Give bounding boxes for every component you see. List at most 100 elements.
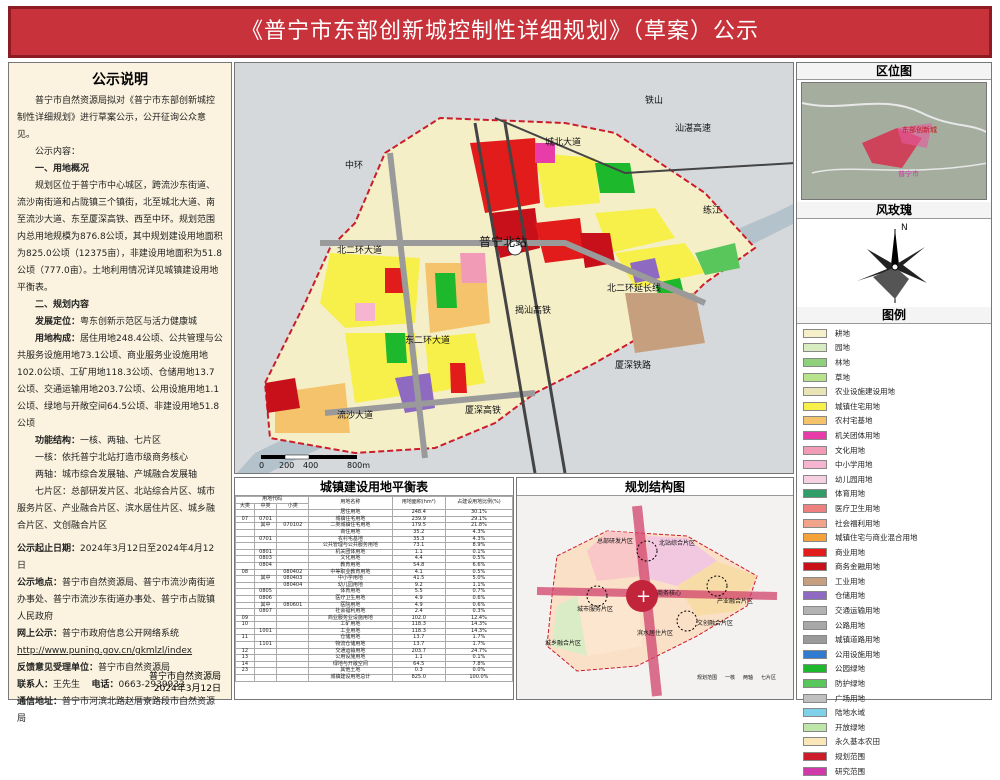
legend-swatch	[803, 357, 827, 367]
legend-swatch	[803, 708, 827, 718]
table-cell	[276, 660, 310, 669]
label-dongerhuan: 东二环大道	[405, 336, 451, 346]
table-row: 13 公用设施用地 1.1 0.1%	[235, 654, 514, 662]
section-1-title: 一、用地概况	[35, 164, 90, 174]
legend-label: 林地	[835, 357, 850, 367]
svg-text:+: +	[636, 586, 651, 607]
legend-item: 商业用地	[803, 545, 985, 560]
legend-swatch	[803, 401, 827, 411]
struct-legend-axis: 两轴	[743, 675, 754, 681]
label-tieshan: 铁山	[645, 96, 664, 106]
table-cell	[276, 535, 310, 544]
function-line: 功能结构：一核、两轴、七片区	[9, 433, 231, 450]
struct-label-city-service: 城市服务片区	[577, 606, 614, 613]
legend-label: 商业用地	[835, 547, 865, 557]
north-label: N	[901, 223, 908, 233]
legend-label: 中小学用地	[835, 460, 873, 470]
legend-item: 中小学用地	[803, 457, 985, 472]
contact-label: 联系人：	[17, 680, 54, 690]
legend-swatch	[803, 503, 827, 513]
legend-label: 仓储用地	[835, 591, 865, 601]
legend-label: 城镇道路用地	[835, 635, 880, 645]
struct-legend-core: 一核	[725, 675, 736, 681]
location-map-title: 区位图	[797, 63, 991, 80]
legend-swatch	[803, 387, 827, 397]
web-text: 普宁市政府信息公开网络系统	[62, 629, 180, 639]
loc-label-zone: 东部创新城	[902, 126, 937, 134]
mail-label: 通信地址：	[17, 697, 63, 707]
core-line: 一核：依托普宁北站打造市级商务核心	[35, 453, 189, 463]
zones-line: 七片区：总部研发片区、北站综合片区、城市服务片区、产业融合片区、滨水居住片区、城…	[17, 487, 216, 531]
legend-label: 开放绿地	[835, 722, 865, 732]
wind-rose-title: 风玫瑰	[797, 202, 991, 219]
time-line: 公示起止日期：2024年3月12日至2024年4月12日	[9, 541, 231, 575]
legend-label: 公路用地	[835, 620, 865, 630]
struct-label-river: 滨水居住片区	[637, 630, 674, 637]
scale-800: 800m	[347, 461, 371, 470]
sign-date: 2024年3月12日	[153, 684, 221, 694]
table-cell	[253, 674, 278, 682]
legend-swatch	[803, 649, 827, 659]
legend-item: 幼儿园用地	[803, 472, 985, 487]
legend-swatch	[803, 693, 827, 703]
legend-swatch	[803, 547, 827, 557]
legend-item: 商务金融用地	[803, 560, 985, 575]
right-panel: 区位图 东部创新城 普宁市 风玫瑰 N 图例 耕地 园地 林地 草地 农业设施建设用地城…	[796, 62, 992, 776]
table-row: 公共管理与公共服务用地 73.1 8.9%	[235, 542, 514, 550]
table-cell	[253, 654, 278, 662]
legend-label: 公用设施用地	[835, 649, 880, 659]
loc-label-city: 普宁市	[898, 170, 919, 178]
legend-label: 耕地	[835, 328, 850, 338]
legend-item: 永久基本农田	[803, 735, 985, 750]
legend-swatch	[803, 474, 827, 484]
positioning-line: 发展定位：粤东创新示范区与活力健康城	[9, 314, 231, 331]
table-cell	[276, 509, 310, 517]
legend-swatch	[803, 752, 827, 762]
table-cell: 医疗卫生用地	[308, 594, 393, 603]
legend-item: 文化用地	[803, 443, 985, 458]
legend-swatch	[803, 620, 827, 630]
th-ratio: 占建设用地比例(%)	[444, 495, 514, 511]
table-cell	[276, 641, 310, 649]
table-cell: 080404	[276, 581, 310, 590]
notice-url-link[interactable]: http://www.puning.gov.cn/gkmlzl/index	[17, 646, 192, 656]
legend-label: 规划范围	[835, 752, 865, 762]
legend-swatch	[803, 343, 827, 353]
th-name: 用地名称	[308, 495, 393, 511]
table-cell	[276, 614, 310, 623]
struct-label-rural: 城乡融合片区	[545, 640, 582, 647]
table-row: 城镇建设用地总计 825.0 100.0%	[235, 674, 514, 682]
table-cell	[276, 627, 310, 636]
table-cell	[276, 667, 310, 676]
table-cell	[276, 588, 310, 596]
function-label: 功能结构：	[35, 436, 81, 446]
legend-label: 社会福利用地	[835, 518, 880, 528]
legend: 耕地 园地 林地 草地 农业设施建设用地 城镇住宅用地 农村宅基地 机关团体用地 文化用地 中小学…	[797, 324, 991, 780]
legend-label: 城镇住宅用地	[835, 401, 880, 411]
legend-swatch	[803, 328, 827, 338]
legend-swatch	[803, 679, 827, 689]
legend-swatch	[803, 562, 827, 572]
notice-title: 公示说明	[92, 72, 148, 88]
feedback-label: 反馈意见受理单位：	[17, 663, 99, 673]
table-cell	[253, 667, 278, 676]
table-cell: 0701	[253, 535, 278, 544]
table-cell	[253, 647, 278, 656]
table-cell: 100.0%	[444, 674, 514, 682]
label-beierhuan-ext: 北二环延长线	[607, 284, 662, 294]
table-cell: 城镇建设用地总计	[308, 674, 393, 682]
table-row: 0806 医疗卫生用地 4.9 0.6%	[235, 594, 514, 603]
legend-swatch	[803, 430, 827, 440]
legend-label: 研究范围	[835, 766, 865, 776]
land-balance-table: 用地代码 用地名称 用地面积(hm²) 占建设用地比例(%) 大类 中类 小类 …	[234, 495, 514, 682]
table-cell: 10	[235, 621, 255, 629]
legend-swatch	[803, 533, 827, 543]
table-cell	[235, 548, 255, 557]
table-cell: 1001	[253, 627, 278, 636]
struct-legend-zones: 七片区	[761, 675, 777, 681]
legend-item: 工业用地	[803, 574, 985, 589]
table-cell	[276, 634, 310, 643]
legend-swatch	[803, 635, 827, 645]
legend-swatch	[803, 518, 827, 528]
legend-item: 陆地水域	[803, 705, 985, 720]
